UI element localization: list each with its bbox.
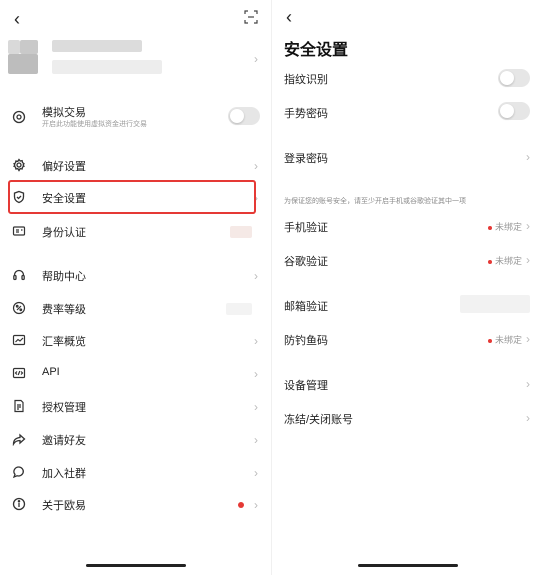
chevron-right-icon: ›: [254, 498, 258, 512]
scan-icon[interactable]: [244, 10, 258, 24]
menu-item-invite-friends[interactable]: 邀请好友 ›: [0, 426, 272, 454]
gesture-password-row: 手势密码: [284, 100, 544, 124]
gesture-password-toggle[interactable]: [498, 102, 530, 120]
uid-redacted: [52, 60, 162, 74]
headset-icon: [12, 268, 28, 284]
menu-item-label: 汇率概览: [42, 336, 86, 348]
fingerprint-label: 指纹识别: [284, 74, 328, 86]
menu-item-label: API: [42, 366, 60, 378]
menu-item-label: 费率等级: [42, 304, 86, 316]
chevron-right-icon: ›: [526, 377, 530, 391]
security-settings-panel: ‹ 安全设置 指纹识别 手势密码 登录密码 › 为保证您的账号安全，请至少开启手…: [272, 0, 544, 575]
chevron-right-icon: ›: [254, 400, 258, 414]
menu-item-identity-verification[interactable]: 身份认证: [0, 218, 272, 246]
avatar: [8, 40, 20, 54]
info-icon: [12, 497, 28, 513]
simulated-trading-title: 模拟交易: [42, 107, 86, 119]
device-management-row[interactable]: 设备管理 ›: [284, 372, 544, 396]
chevron-right-icon: ›: [254, 52, 258, 66]
chart-icon: [12, 333, 28, 349]
google-verification-label: 谷歌验证: [284, 256, 328, 268]
anti-phishing-label: 防钓鱼码: [284, 335, 328, 347]
menu-item-fee-level[interactable]: 费率等级: [0, 295, 272, 323]
document-icon: [12, 399, 28, 415]
menu-item-preferences[interactable]: 偏好设置 ›: [0, 152, 272, 180]
chevron-right-icon: ›: [254, 159, 258, 173]
menu-item-about-okx[interactable]: 关于欧易 ›: [0, 491, 272, 519]
verification-status-redacted: [230, 226, 252, 238]
fingerprint-row: 指纹识别: [284, 66, 544, 90]
code-icon: [12, 366, 28, 382]
notification-dot: [238, 502, 244, 508]
freeze-account-row[interactable]: 冻结/关闭账号 ›: [284, 406, 544, 430]
menu-item-join-community[interactable]: 加入社群 ›: [0, 459, 272, 487]
phone-verification-row[interactable]: 手机验证 未绑定 ›: [284, 214, 544, 238]
security-note: 为保证您的账号安全，请至少开启手机或谷歌验证其中一项: [284, 198, 466, 205]
google-status: 未绑定: [487, 254, 522, 267]
status-text: 未绑定: [494, 335, 522, 345]
phone-status: 未绑定: [487, 220, 522, 233]
menu-item-label: 身份认证: [42, 227, 86, 239]
home-indicator: [358, 564, 458, 567]
device-management-label: 设备管理: [284, 380, 328, 392]
status-dot: [487, 225, 492, 230]
back-icon[interactable]: ‹: [286, 8, 292, 26]
menu-item-help-center[interactable]: 帮助中心 ›: [0, 262, 272, 290]
email-redacted: [460, 295, 530, 313]
chevron-right-icon: ›: [526, 332, 530, 346]
status-dot: [487, 259, 492, 264]
settings-menu-panel: ‹ › 模拟交易 开启此功能使用虚拟资金进行交易 偏好设置 › 安全设置 › 身…: [0, 0, 272, 575]
back-icon[interactable]: ‹: [14, 10, 20, 28]
menu-item-exchange-rate[interactable]: 汇率概览 ›: [0, 327, 272, 355]
status-text: 未绑定: [494, 222, 522, 232]
id-card-icon: [12, 224, 28, 240]
fingerprint-toggle[interactable]: [498, 69, 530, 87]
percent-icon: [12, 301, 28, 317]
status-dot: [487, 338, 492, 343]
login-password-label: 登录密码: [284, 153, 328, 165]
simulated-trading-row: 模拟交易 开启此功能使用虚拟资金进行交易: [0, 102, 272, 132]
chevron-right-icon: ›: [254, 334, 258, 348]
status-text: 未绑定: [494, 256, 522, 266]
menu-item-label: 授权管理: [42, 402, 86, 414]
chevron-right-icon: ›: [254, 269, 258, 283]
chevron-right-icon: ›: [254, 367, 258, 381]
email-verification-row[interactable]: 邮箱验证: [284, 293, 544, 317]
chevron-right-icon: ›: [526, 219, 530, 233]
menu-item-api[interactable]: API ›: [0, 360, 272, 388]
chevron-right-icon: ›: [526, 150, 530, 164]
chat-icon: [12, 465, 28, 481]
menu-item-label: 偏好设置: [42, 161, 86, 173]
chevron-right-icon: ›: [254, 433, 258, 447]
target-icon: [12, 110, 28, 126]
gesture-password-label: 手势密码: [284, 108, 328, 120]
menu-item-label: 加入社群: [42, 468, 86, 480]
login-password-row[interactable]: 登录密码 ›: [284, 145, 544, 169]
email-verification-label: 邮箱验证: [284, 301, 328, 313]
avatar: [8, 54, 38, 74]
fee-level-redacted: [226, 303, 252, 315]
simulated-trading-toggle[interactable]: [228, 107, 260, 125]
menu-item-label: 邀请好友: [42, 435, 86, 447]
simulated-trading-subtitle: 开启此功能使用虚拟资金进行交易: [42, 121, 147, 128]
selection-highlight: [8, 180, 256, 214]
home-indicator: [86, 564, 186, 567]
gear-icon: [12, 158, 28, 174]
anti-phishing-status: 未绑定: [487, 333, 522, 346]
menu-item-label: 关于欧易: [42, 500, 86, 512]
phone-verification-label: 手机验证: [284, 222, 328, 234]
chevron-right-icon: ›: [254, 466, 258, 480]
menu-item-label: 帮助中心: [42, 271, 86, 283]
page-title: 安全设置: [284, 42, 349, 59]
share-icon: [12, 432, 28, 448]
anti-phishing-row[interactable]: 防钓鱼码 未绑定 ›: [284, 327, 544, 351]
avatar: [20, 40, 38, 54]
menu-item-authorization[interactable]: 授权管理 ›: [0, 393, 272, 421]
google-verification-row[interactable]: 谷歌验证 未绑定 ›: [284, 248, 544, 272]
chevron-right-icon: ›: [526, 411, 530, 425]
freeze-account-label: 冻结/关闭账号: [284, 414, 354, 426]
username-redacted: [52, 40, 142, 52]
chevron-right-icon: ›: [526, 253, 530, 267]
